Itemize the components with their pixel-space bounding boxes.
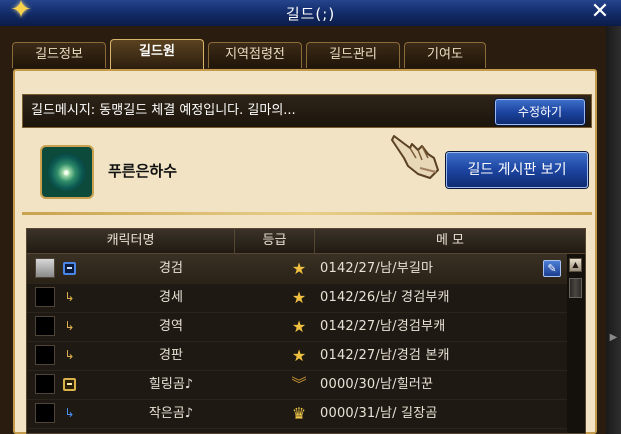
tab-territory-war[interactable]: 지역점령전: [208, 42, 302, 68]
guild-emblem-swirl: [48, 153, 86, 191]
blue-arrow-icon: ↳: [64, 406, 75, 420]
table-row[interactable]: ↳ 경역 ★ 0142/27/남/경검부캐: [27, 312, 567, 342]
member-memo: 0142/27/남/경검부캐: [320, 319, 446, 334]
member-memo: 0142/27/남/부길마: [320, 261, 434, 276]
tab-guild-info[interactable]: 길드정보: [12, 42, 106, 68]
member-memo: 0142/27/남/경검 본캐: [320, 348, 450, 363]
table-row[interactable]: 힐링곰♪ ︾ 0000/30/남/힐러꾼: [27, 370, 567, 400]
guild-message-bar: 길드메시지: 동맹길드 체결 예정입니다. 길마의... 수정하기: [22, 94, 592, 128]
close-icon[interactable]: ✕: [589, 0, 611, 25]
sub-arrow-icon: ↳: [64, 290, 75, 304]
guild-board-button[interactable]: 길드 게시판 보기: [446, 152, 588, 188]
guild-message-text: 길드메시지: 동맹길드 체결 예정입니다. 길마의...: [31, 103, 296, 118]
pointing-hand-icon: [391, 135, 439, 179]
header-memo[interactable]: 메 모: [315, 229, 585, 253]
scroll-up-icon[interactable]: ▲: [569, 258, 582, 272]
window-title: 길드(;): [285, 5, 336, 23]
table-row[interactable]: ↳ 경세 ★ 0142/26/남/ 경검부캐: [27, 283, 567, 313]
member-memo: 0142/26/남/ 경검부캐: [320, 290, 450, 305]
table-scrollbar[interactable]: ▲: [567, 254, 585, 433]
divider: [22, 212, 592, 215]
header-character-name[interactable]: 캐릭터명: [27, 229, 235, 253]
portrait-icon: [35, 258, 55, 278]
member-table: 캐릭터명 등급 메 모 경검 ★ 0142/27/남/부길마 ✎ ↳ 경세 ★ …: [26, 228, 586, 434]
portrait-slot: [35, 345, 55, 365]
header-grade[interactable]: 등급: [235, 229, 315, 253]
table-row[interactable]: ↳ 작은곰♪ ♛ 0000/31/남/ 길장곰: [27, 399, 567, 429]
background-edge: ▶: [606, 26, 621, 434]
table-header: 캐릭터명 등급 메 모: [27, 229, 585, 254]
member-name: 경검: [159, 261, 183, 276]
member-name: 경세: [159, 290, 183, 305]
edit-pencil-icon[interactable]: ✎: [543, 260, 561, 277]
blue-box-icon: [63, 262, 76, 275]
portrait-slot: [35, 316, 55, 336]
scroll-thumb[interactable]: [569, 278, 582, 298]
guild-name: 푸른은하수: [108, 162, 178, 180]
yellow-box-icon: [63, 378, 76, 391]
member-memo: 0000/30/남/힐러꾼: [320, 377, 434, 392]
sub-arrow-icon: ↳: [64, 348, 75, 362]
edit-message-button[interactable]: 수정하기: [495, 99, 585, 125]
member-name: 경역: [159, 319, 183, 334]
member-name: 힐링곰♪: [148, 377, 194, 392]
tab-guild-manage[interactable]: 길드관리: [306, 42, 400, 68]
galaxy-swirl-icon: [40, 145, 94, 199]
portrait-slot: [35, 403, 55, 423]
member-memo: 0000/31/남/ 길장곰: [320, 406, 438, 421]
portrait-slot: [35, 374, 55, 394]
member-name: 작은곰♪: [148, 406, 194, 421]
window-titlebar: ✦ 길드(;) ✕: [0, 0, 621, 27]
table-row[interactable]: ↳ 경판 ★ 0142/27/남/경검 본캐: [27, 341, 567, 371]
portrait-slot: [35, 287, 55, 307]
table-row[interactable]: 경검 ★ 0142/27/남/부길마 ✎: [27, 254, 567, 284]
tab-contribution[interactable]: 기여도: [404, 42, 486, 68]
tab-guild-members[interactable]: 길드원: [110, 39, 204, 69]
member-name: 경판: [159, 348, 183, 363]
sub-arrow-icon: ↳: [64, 319, 75, 333]
chevron-icon: ▶: [609, 332, 618, 343]
